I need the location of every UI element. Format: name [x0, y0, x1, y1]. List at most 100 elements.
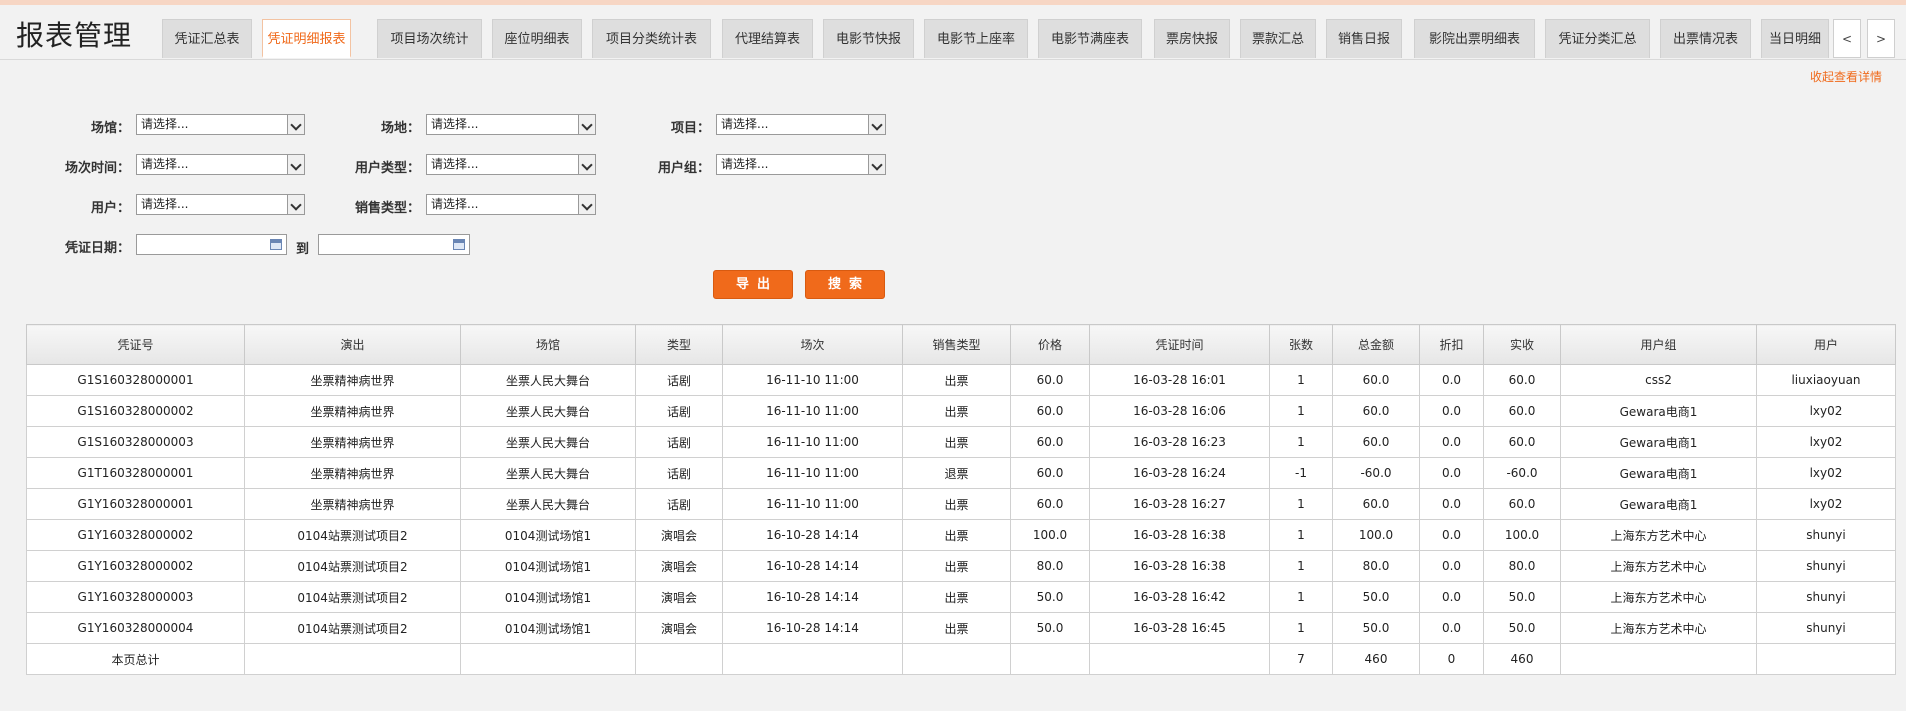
table-cell: 50.0: [1010, 581, 1090, 613]
tab-voucher-summary[interactable]: 凭证汇总表: [162, 19, 252, 58]
user-type-select[interactable]: 请选择...: [426, 154, 596, 175]
table-cell: 16-11-10 11:00: [722, 488, 903, 520]
table-cell: 60.0: [1483, 395, 1561, 427]
chevron-down-icon: [868, 115, 885, 134]
tab-agent-settlement[interactable]: 代理结算表: [722, 19, 813, 58]
tab-payment-summary[interactable]: 票款汇总: [1240, 19, 1316, 58]
table-row[interactable]: G1Y160328000002 0104站票测试项目2 0104测试场馆1 演唱会 16…: [26, 550, 1896, 582]
chevron-down-icon: [287, 115, 304, 134]
table-cell: 上海东方艺术中心: [1560, 550, 1757, 582]
column-header[interactable]: 用户组: [1560, 324, 1757, 365]
table-cell: 1: [1269, 581, 1333, 613]
tab-seat-detail[interactable]: 座位明细表: [492, 19, 582, 58]
table-cell: 出票: [902, 488, 1011, 520]
table-cell: 60.0: [1483, 488, 1561, 520]
table-cell: 460: [1483, 643, 1561, 675]
table-cell: 60.0: [1483, 364, 1561, 396]
column-header[interactable]: 销售类型: [902, 324, 1011, 365]
tab-box-office-flash[interactable]: 票房快报: [1154, 19, 1230, 58]
table-row[interactable]: G1S160328000001 坐票精神病世界 坐票人民大舞台 话剧 16-11-10 …: [26, 364, 1896, 396]
project-label: 项目：: [670, 121, 710, 136]
table-row[interactable]: G1Y160328000003 0104站票测试项目2 0104测试场馆1 演唱会 16…: [26, 581, 1896, 613]
column-header[interactable]: 实收: [1483, 324, 1561, 365]
column-header[interactable]: 凭证时间: [1089, 324, 1270, 365]
table-cell: 演唱会: [635, 612, 723, 644]
show-time-select[interactable]: 请选择...: [136, 154, 305, 175]
table-cell: 16-03-28 16:42: [1089, 581, 1270, 613]
tab-today-detail[interactable]: 当日明细: [1761, 19, 1829, 58]
site-select[interactable]: 请选择...: [426, 114, 596, 135]
sale-type-select[interactable]: 请选择...: [426, 194, 596, 215]
table-row[interactable]: G1Y160328000004 0104站票测试项目2 0104测试场馆1 演唱会 16…: [26, 612, 1896, 644]
table-cell: 60.0: [1010, 426, 1090, 458]
voucher-date-from-input[interactable]: [136, 234, 287, 255]
tab-festival-flash[interactable]: 电影节快报: [823, 19, 914, 58]
site-label: 场地：: [380, 121, 420, 136]
tab-ticket-status[interactable]: 出票情况表: [1660, 19, 1751, 58]
tab-next-button[interactable]: >: [1867, 19, 1895, 58]
column-header[interactable]: 演出: [244, 324, 461, 365]
table-cell: 1: [1269, 519, 1333, 551]
table-cell: [1089, 643, 1270, 675]
column-header[interactable]: 场次: [722, 324, 903, 365]
table-cell: 话剧: [635, 426, 723, 458]
project-select[interactable]: 请选择...: [716, 114, 886, 135]
column-header[interactable]: 场馆: [460, 324, 636, 365]
user-group-label: 用户组：: [657, 161, 710, 176]
table-cell: 出票: [902, 395, 1011, 427]
table-cell: 100.0: [1483, 519, 1561, 551]
tab-voucher-detail[interactable]: 凭证明细报表: [262, 19, 351, 58]
column-header[interactable]: 凭证号: [26, 324, 245, 365]
tab-daily-sales[interactable]: 销售日报: [1326, 19, 1402, 58]
calendar-icon[interactable]: [270, 239, 282, 250]
table-cell: 1: [1269, 612, 1333, 644]
user-group-select[interactable]: 请选择...: [716, 154, 886, 175]
table-cell: 坐票人民大舞台: [460, 457, 636, 489]
tab-project-category-stats[interactable]: 项目分类统计表: [592, 19, 711, 58]
column-header[interactable]: 用户: [1756, 324, 1896, 365]
tab-cinema-ticket-detail[interactable]: 影院出票明细表: [1414, 19, 1535, 58]
table-cell: Gewara电商1: [1560, 488, 1757, 520]
collapse-details-link[interactable]: 收起查看详情: [1810, 68, 1882, 85]
tab-festival-full-house[interactable]: 电影节满座表: [1038, 19, 1142, 58]
venue-select[interactable]: 请选择...: [136, 114, 305, 135]
table-cell: 出票: [902, 426, 1011, 458]
site-select-value: 请选择...: [431, 117, 479, 131]
search-button[interactable]: 搜索: [805, 270, 885, 299]
table-cell: 16-03-28 16:06: [1089, 395, 1270, 427]
user-select[interactable]: 请选择...: [136, 194, 305, 215]
tab-festival-attendance[interactable]: 电影节上座率: [924, 19, 1028, 58]
table-cell: shunyi: [1756, 612, 1896, 644]
table-cell: [460, 643, 636, 675]
table-cell: 80.0: [1483, 550, 1561, 582]
tab-voucher-category-summary[interactable]: 凭证分类汇总: [1545, 19, 1650, 58]
column-header[interactable]: 价格: [1010, 324, 1090, 365]
table-cell: 16-03-28 16:27: [1089, 488, 1270, 520]
table-cell: 60.0: [1332, 395, 1420, 427]
table-cell: 16-03-28 16:23: [1089, 426, 1270, 458]
table-row[interactable]: G1S160328000002 坐票精神病世界 坐票人民大舞台 话剧 16-11-10 …: [26, 395, 1896, 427]
calendar-icon[interactable]: [453, 239, 465, 250]
table-cell: Gewara电商1: [1560, 457, 1757, 489]
export-button[interactable]: 导出: [713, 270, 793, 299]
column-header[interactable]: 张数: [1269, 324, 1333, 365]
table-row[interactable]: G1S160328000003 坐票精神病世界 坐票人民大舞台 话剧 16-11-10 …: [26, 426, 1896, 458]
table-cell: [1010, 643, 1090, 675]
table-row[interactable]: G1Y160328000001 坐票精神病世界 坐票人民大舞台 话剧 16-11-10 …: [26, 488, 1896, 520]
tab-prev-button[interactable]: <: [1833, 19, 1861, 58]
table-row[interactable]: G1Y160328000002 0104站票测试项目2 0104测试场馆1 演唱会 16…: [26, 519, 1896, 551]
voucher-date-to-input[interactable]: [318, 234, 470, 255]
table-cell: [722, 643, 903, 675]
column-header[interactable]: 总金额: [1332, 324, 1420, 365]
table-cell: G1Y160328000002: [26, 550, 245, 582]
tab-project-session-stats[interactable]: 项目场次统计: [377, 19, 482, 58]
show-time-select-value: 请选择...: [141, 157, 189, 171]
table-cell: 16-11-10 11:00: [722, 364, 903, 396]
table-row[interactable]: G1T160328000001 坐票精神病世界 坐票人民大舞台 话剧 16-11-10 …: [26, 457, 1896, 489]
table-cell: 0: [1419, 643, 1484, 675]
column-header[interactable]: 折扣: [1419, 324, 1484, 365]
column-header[interactable]: 类型: [635, 324, 723, 365]
table-cell: 0104站票测试项目2: [244, 550, 461, 582]
table-cell: 0104站票测试项目2: [244, 581, 461, 613]
chevron-down-icon: [287, 155, 304, 174]
